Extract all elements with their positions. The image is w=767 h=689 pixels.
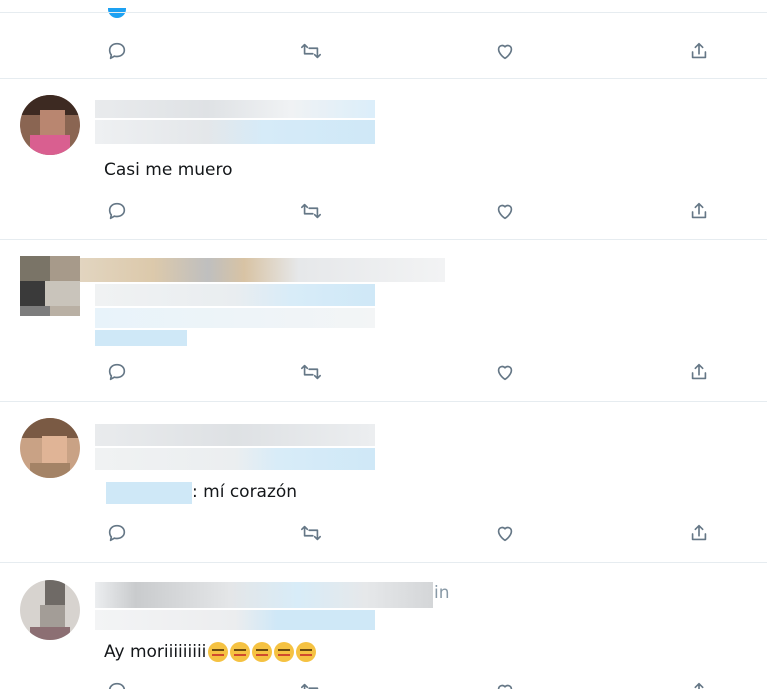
heart-icon <box>497 44 513 60</box>
share-button[interactable] <box>684 518 714 548</box>
retweet-icon <box>301 525 321 541</box>
like-button[interactable] <box>490 36 520 66</box>
share-icon <box>694 682 704 689</box>
tweet-text: Casi me muero <box>104 160 233 180</box>
tweet-actions <box>0 36 767 66</box>
share-button[interactable] <box>684 676 714 689</box>
retweet-icon <box>301 364 321 380</box>
share-icon <box>691 202 707 219</box>
retweet-icon <box>301 43 321 59</box>
retweet-icon <box>301 203 321 219</box>
reply-icon <box>108 682 126 689</box>
share-button[interactable] <box>684 196 714 226</box>
laughing-emoji-icon <box>208 642 229 662</box>
reply-button[interactable] <box>102 676 132 689</box>
avatar[interactable] <box>20 418 80 478</box>
separator <box>0 78 767 79</box>
reply-button[interactable] <box>102 196 132 226</box>
mention-redacted[interactable] <box>106 482 192 504</box>
reply-icon <box>108 202 126 220</box>
avatar[interactable] <box>20 256 80 316</box>
laughing-emoji-icon <box>252 642 273 662</box>
tweet-text: : mí corazón <box>192 482 298 502</box>
share-icon <box>691 42 707 59</box>
tweet-actions <box>0 196 767 226</box>
reply-button[interactable] <box>102 36 132 66</box>
reply-button[interactable] <box>102 518 132 548</box>
heart-icon <box>497 684 513 689</box>
laughing-emoji-icon <box>274 642 295 662</box>
tweet-actions <box>0 357 767 387</box>
reply-icon <box>108 42 126 60</box>
avatar[interactable] <box>20 95 80 155</box>
tweet-actions <box>0 518 767 548</box>
tweet-actions <box>0 676 767 689</box>
retweet-button[interactable] <box>296 357 326 387</box>
like-button[interactable] <box>490 676 520 689</box>
avatar[interactable] <box>20 580 80 640</box>
like-button[interactable] <box>490 196 520 226</box>
retweet-button[interactable] <box>296 196 326 226</box>
laughing-emoji-icon <box>230 642 251 662</box>
laughing-emoji-icon <box>296 642 317 662</box>
share-icon <box>691 524 707 541</box>
heart-icon <box>497 526 513 542</box>
blue-dot <box>108 8 126 18</box>
tweet-text-row: Ay moriiiiiiiii <box>104 642 317 662</box>
share-icon <box>691 363 707 380</box>
retweet-button[interactable] <box>296 676 326 689</box>
separator <box>0 562 767 563</box>
reply-button[interactable] <box>102 357 132 387</box>
separator <box>0 401 767 402</box>
share-button[interactable] <box>684 36 714 66</box>
like-button[interactable] <box>490 518 520 548</box>
reply-icon <box>108 524 126 542</box>
like-button[interactable] <box>490 357 520 387</box>
reply-icon <box>108 363 126 381</box>
separator <box>0 12 767 13</box>
retweet-icon <box>301 683 319 689</box>
heart-icon <box>497 365 513 381</box>
heart-icon <box>497 204 513 220</box>
share-button[interactable] <box>684 357 714 387</box>
separator <box>0 239 767 240</box>
tweet-time: in <box>434 583 450 603</box>
tweet-text: Ay moriiiiiiiii <box>104 642 207 662</box>
retweet-button[interactable] <box>296 518 326 548</box>
retweet-button[interactable] <box>296 36 326 66</box>
